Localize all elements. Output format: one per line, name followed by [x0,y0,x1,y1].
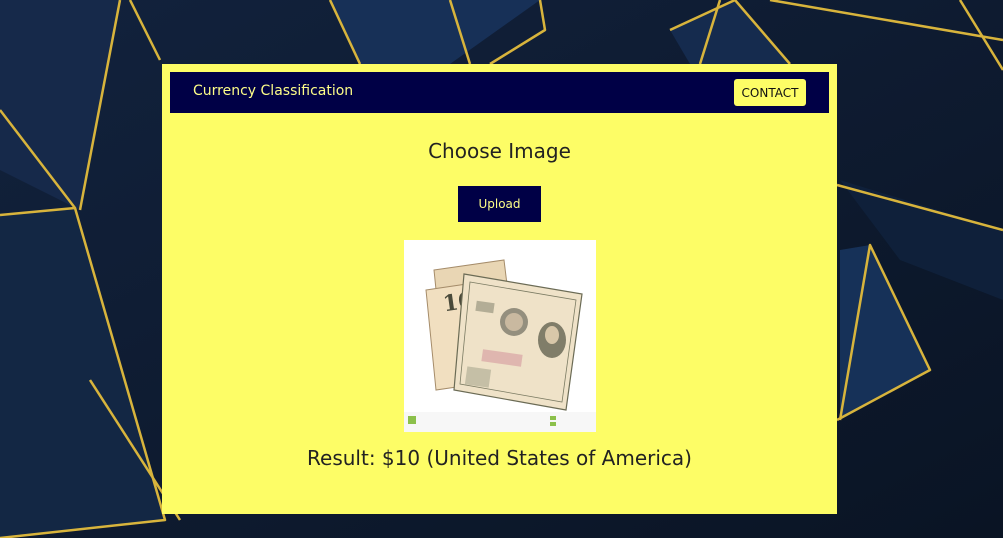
contact-button[interactable]: CONTACT [734,79,806,106]
banknote-image: 10 [404,240,596,432]
result-text: Result: $10 (United States of America) [162,446,837,470]
navbar: Currency Classification CONTACT [170,72,829,113]
result-value: $10 (United States of America) [381,446,692,470]
upload-button[interactable]: Upload [458,186,541,222]
page-title: Choose Image [428,139,571,163]
brand-title[interactable]: Currency Classification [193,83,353,99]
result-label: Result: [307,446,376,470]
main-card: Currency Classification CONTACT Choose I… [162,64,837,514]
